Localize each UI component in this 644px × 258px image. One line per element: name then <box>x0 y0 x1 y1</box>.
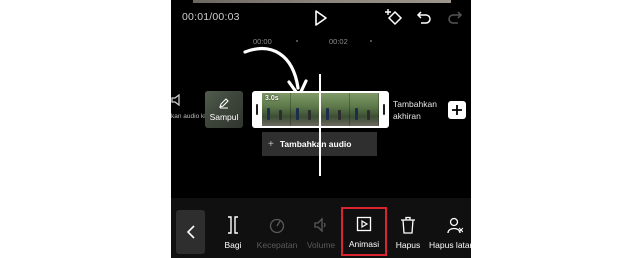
video-editor-screen: 00:01/00:03 00:00 00:02 kan audio klip S… <box>171 0 471 258</box>
extract-audio-label: kan audio klip <box>171 113 205 120</box>
add-clip-button[interactable] <box>448 101 466 119</box>
remove-background-icon <box>447 217 463 234</box>
redo-icon[interactable] <box>447 9 463 25</box>
playhead[interactable] <box>319 74 321 176</box>
ruler-dot <box>296 40 298 42</box>
animation-icon <box>356 216 372 232</box>
video-preview-edge <box>193 0 451 3</box>
cover-button[interactable]: Sampul <box>205 91 243 128</box>
plus-icon <box>452 105 462 115</box>
clip-frame <box>349 93 379 126</box>
clip-trim-handle-left[interactable] <box>252 91 262 128</box>
volume-icon <box>314 217 326 233</box>
speed-icon <box>269 218 285 234</box>
clip-frame <box>291 93 321 126</box>
tool-volume[interactable]: Volume <box>295 212 347 256</box>
clip-trim-handle-right[interactable] <box>379 91 389 128</box>
plus-icon: + <box>268 138 274 150</box>
clip-duration: 3.0s <box>265 95 279 102</box>
playback-time: 00:01/00:03 <box>182 11 240 23</box>
keyframe-add-icon[interactable] <box>384 7 404 27</box>
chevron-left-icon <box>186 225 195 239</box>
undo-icon[interactable] <box>416 9 432 25</box>
tool-label: Hapus <box>395 240 421 250</box>
speaker-icon <box>171 93 180 107</box>
split-icon <box>228 216 238 234</box>
add-ending-label[interactable]: Tambahkan akhiran <box>393 98 439 122</box>
add-audio-label: Tambahkan audio <box>279 139 352 149</box>
ruler-mark: 00:02 <box>329 37 348 46</box>
tool-label: Hapus latar belakang <box>429 240 471 250</box>
tool-animasi[interactable]: Animasi <box>341 207 387 256</box>
ruler-dot <box>370 40 372 42</box>
bottom-toolbar: Bagi Kecepatan Volume Animasi Hapus Hapu… <box>171 198 471 258</box>
cover-label: Sampul <box>209 112 239 122</box>
clip-frame <box>320 93 350 126</box>
tool-label: Animasi <box>348 239 380 249</box>
tool-hapus-latar-belakang[interactable]: Hapus latar belakang <box>429 212 471 256</box>
tool-label: Volume <box>306 240 336 250</box>
trash-icon <box>401 216 415 234</box>
play-icon[interactable] <box>314 10 328 26</box>
edit-pencil-icon <box>219 98 229 109</box>
tool-hapus[interactable]: Hapus <box>382 212 434 256</box>
back-button[interactable] <box>176 210 205 254</box>
